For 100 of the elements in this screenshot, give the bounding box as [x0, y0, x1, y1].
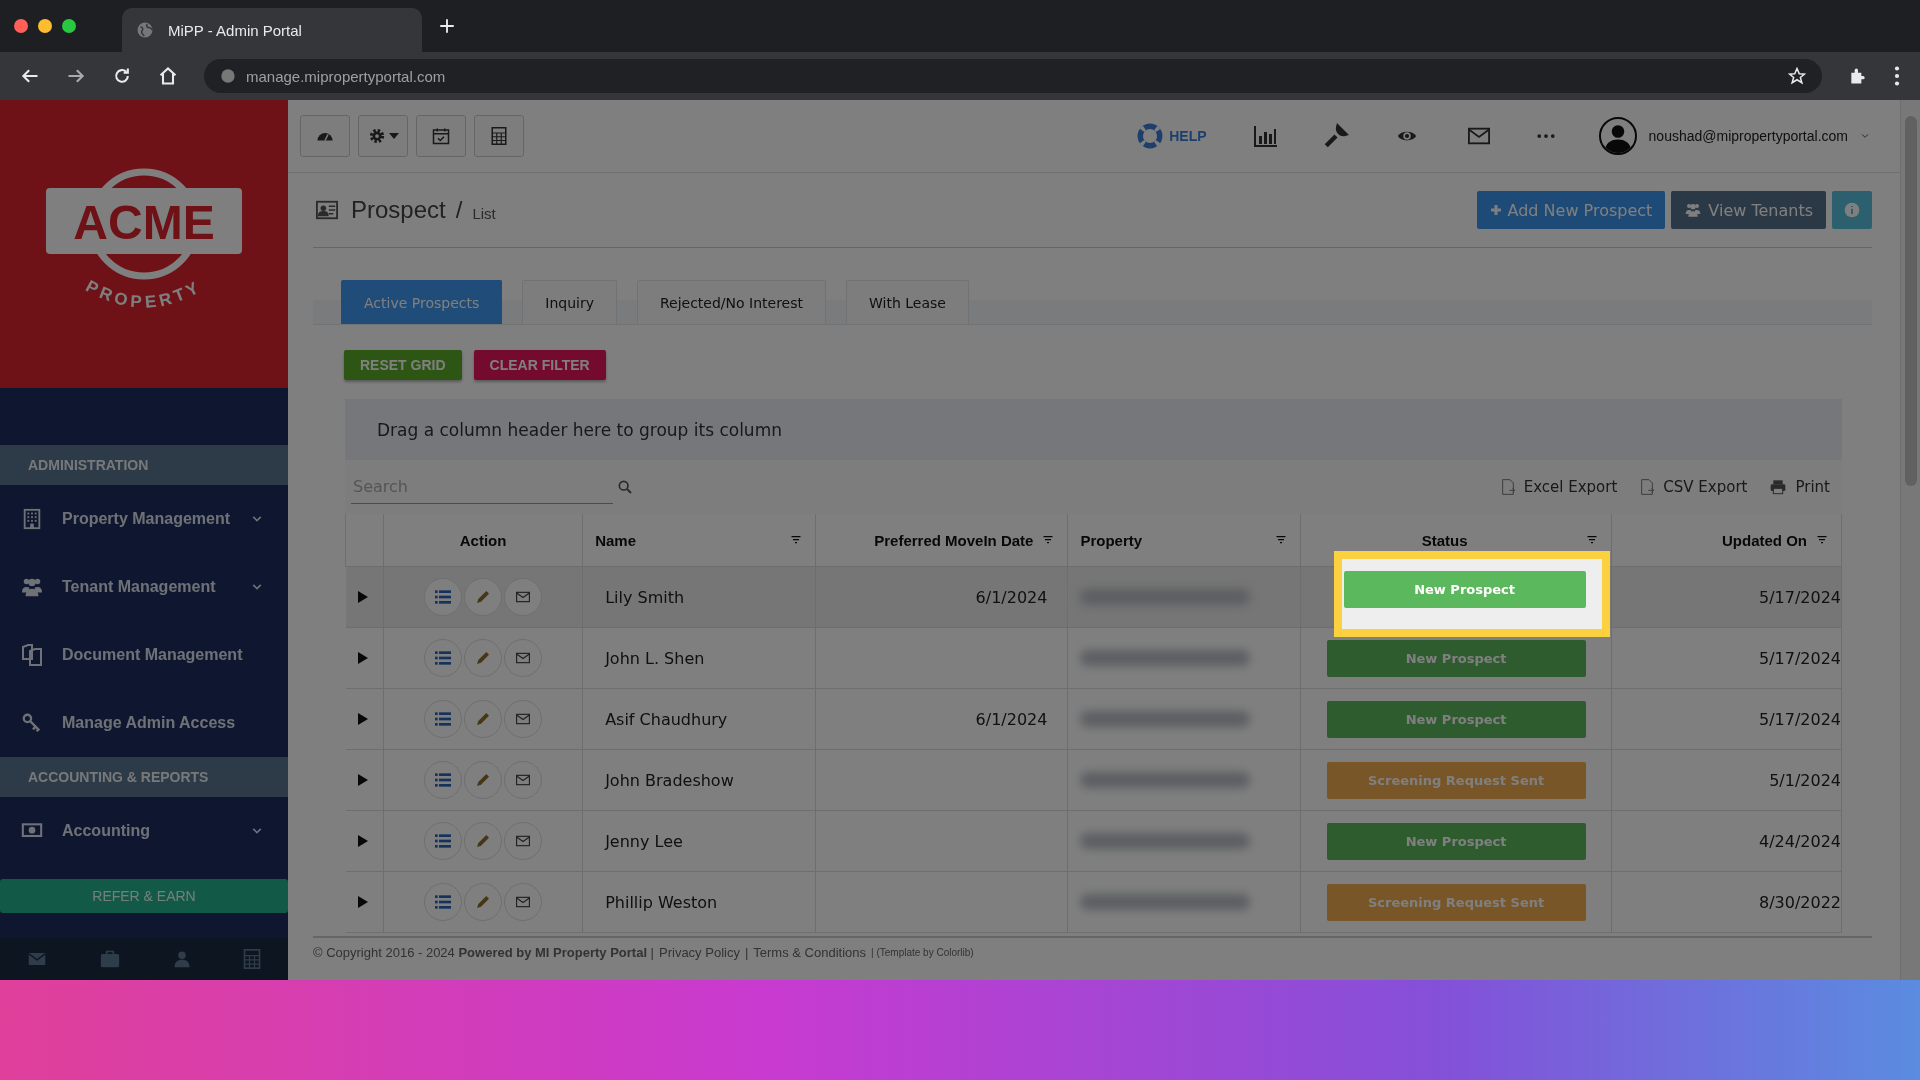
expand-arrow-icon: [357, 712, 368, 725]
expand-arrow-icon: [357, 773, 368, 786]
chevron-down-icon: [1860, 132, 1870, 140]
info-icon: [1844, 202, 1860, 218]
globe-icon: [220, 68, 236, 84]
caret-icon: [388, 133, 399, 139]
mail-icon: [514, 834, 533, 848]
status-badge: New Prospect: [1343, 571, 1586, 608]
sidebar-item[interactable]: Accounting: [0, 797, 288, 865]
export-button[interactable]: Excel Export: [1499, 478, 1618, 496]
status-badge: Screening Request Sent: [1326, 883, 1586, 921]
table-cell: Lily Smith: [605, 587, 685, 607]
footer-link[interactable]: Privacy Policy: [659, 944, 740, 960]
maximize-window-button[interactable]: [62, 19, 76, 33]
details-button[interactable]: [424, 700, 463, 738]
edit-button[interactable]: [464, 761, 503, 799]
scrollbar[interactable]: [1900, 100, 1920, 980]
expand-arrow-icon: [357, 834, 368, 847]
address-bar[interactable]: manage.mipropertyportal.com: [204, 59, 1822, 93]
chevron-down-icon: [250, 514, 264, 524]
table-cell: 6/1/2024: [975, 709, 1048, 729]
tab[interactable]: Active Prospects: [341, 280, 503, 324]
mail-icon: [514, 712, 533, 726]
status-badge: New Prospect: [1326, 700, 1586, 738]
sidebar-item[interactable]: Tenant Management: [0, 553, 288, 621]
edit-button[interactable]: [464, 578, 503, 616]
view-tenants-button[interactable]: View Tenants: [1671, 191, 1826, 229]
user-menu[interactable]: noushad@mipropertyportal.com: [1598, 117, 1870, 155]
tab[interactable]: With Lease: [846, 280, 969, 324]
table-cell: Jenny Lee: [605, 831, 683, 851]
users-icon: [1684, 202, 1703, 218]
status-badge: New Prospect: [1326, 822, 1586, 860]
reload-icon: [112, 66, 132, 86]
email-button[interactable]: [504, 822, 543, 860]
briefcase-icon: [99, 949, 122, 969]
email-button[interactable]: [504, 761, 543, 799]
filter-icon: [1041, 534, 1056, 546]
sidebar-item[interactable]: Document Management: [0, 621, 288, 689]
footer-text: | (Template by Colorlib): [871, 946, 974, 958]
users-icon: [19, 576, 45, 598]
settings-button[interactable]: [358, 115, 408, 157]
mail-icon: [514, 590, 533, 604]
add-button[interactable]: Add New Prospect: [1476, 191, 1666, 229]
footer-link[interactable]: Terms & Conditions: [753, 944, 867, 960]
clear-filter-button[interactable]: CLEAR FILTER: [473, 350, 606, 380]
table-cell: 6/1/2024: [975, 587, 1048, 607]
table-cell: Phillip Weston: [605, 892, 718, 912]
details-button[interactable]: [424, 822, 463, 860]
avatar-icon: [1598, 117, 1637, 155]
sidebar-item[interactable]: Manage Admin Access: [0, 689, 288, 757]
details-button[interactable]: [424, 578, 463, 616]
email-button[interactable]: [504, 700, 543, 738]
file-icon: [1499, 478, 1516, 496]
sidebar-item[interactable]: Property Management: [0, 485, 288, 553]
details-button[interactable]: [424, 761, 463, 799]
new-tab-icon[interactable]: [438, 17, 456, 35]
edit-button[interactable]: [464, 639, 503, 677]
edit-button[interactable]: [464, 883, 503, 921]
printer-icon: [1769, 479, 1788, 495]
calculator-button[interactable]: [474, 115, 524, 157]
email-button[interactable]: [504, 639, 543, 677]
email-button[interactable]: [504, 578, 543, 616]
filter-icon: [789, 534, 804, 546]
email-button[interactable]: [504, 883, 543, 921]
tab[interactable]: Inquiry: [522, 280, 617, 324]
pencil-icon: [475, 894, 492, 910]
globe-icon: [136, 21, 154, 39]
pencil-icon: [475, 833, 492, 849]
calendar-button[interactable]: [416, 115, 466, 157]
reset-grid-button[interactable]: RESET GRID: [344, 350, 462, 380]
table-cell: 5/17/2024: [1758, 648, 1841, 668]
expand-arrow-icon: [357, 651, 368, 664]
search-icon: [617, 479, 633, 495]
minimize-window-button[interactable]: [38, 19, 52, 33]
details-button[interactable]: [424, 883, 463, 921]
acme-logo: ACME PROPERTY: [44, 164, 244, 324]
close-window-button[interactable]: [14, 19, 28, 33]
help-button[interactable]: HELP: [1137, 123, 1207, 149]
status-badge: New Prospect: [1326, 639, 1586, 677]
mail-icon: [514, 651, 533, 665]
edit-button[interactable]: [464, 700, 503, 738]
table-cell: 8/30/2022: [1758, 892, 1841, 912]
browser-tab[interactable]: MiPP - Admin Portal: [122, 8, 422, 52]
export-button[interactable]: CSV Export: [1639, 478, 1748, 496]
dashboard-button[interactable]: [300, 115, 350, 157]
gear-icon: [367, 127, 386, 145]
calendar-check-icon: [432, 127, 450, 145]
star-icon: [1788, 67, 1806, 85]
puzzle-icon: [1848, 66, 1868, 86]
pencil-icon: [475, 772, 492, 788]
breadcrumb-separator: /: [455, 196, 463, 224]
edit-button[interactable]: [464, 822, 503, 860]
tab[interactable]: Rejected/No Interest: [636, 280, 826, 324]
group-panel: Drag a column header here to group its column: [345, 399, 1842, 460]
details-button[interactable]: [424, 639, 463, 677]
table-cell: John L. Shen: [605, 648, 705, 668]
export-button[interactable]: Print: [1769, 478, 1830, 496]
home-icon: [158, 66, 178, 86]
expand-arrow-icon: [357, 895, 368, 908]
list-icon: [434, 772, 453, 788]
